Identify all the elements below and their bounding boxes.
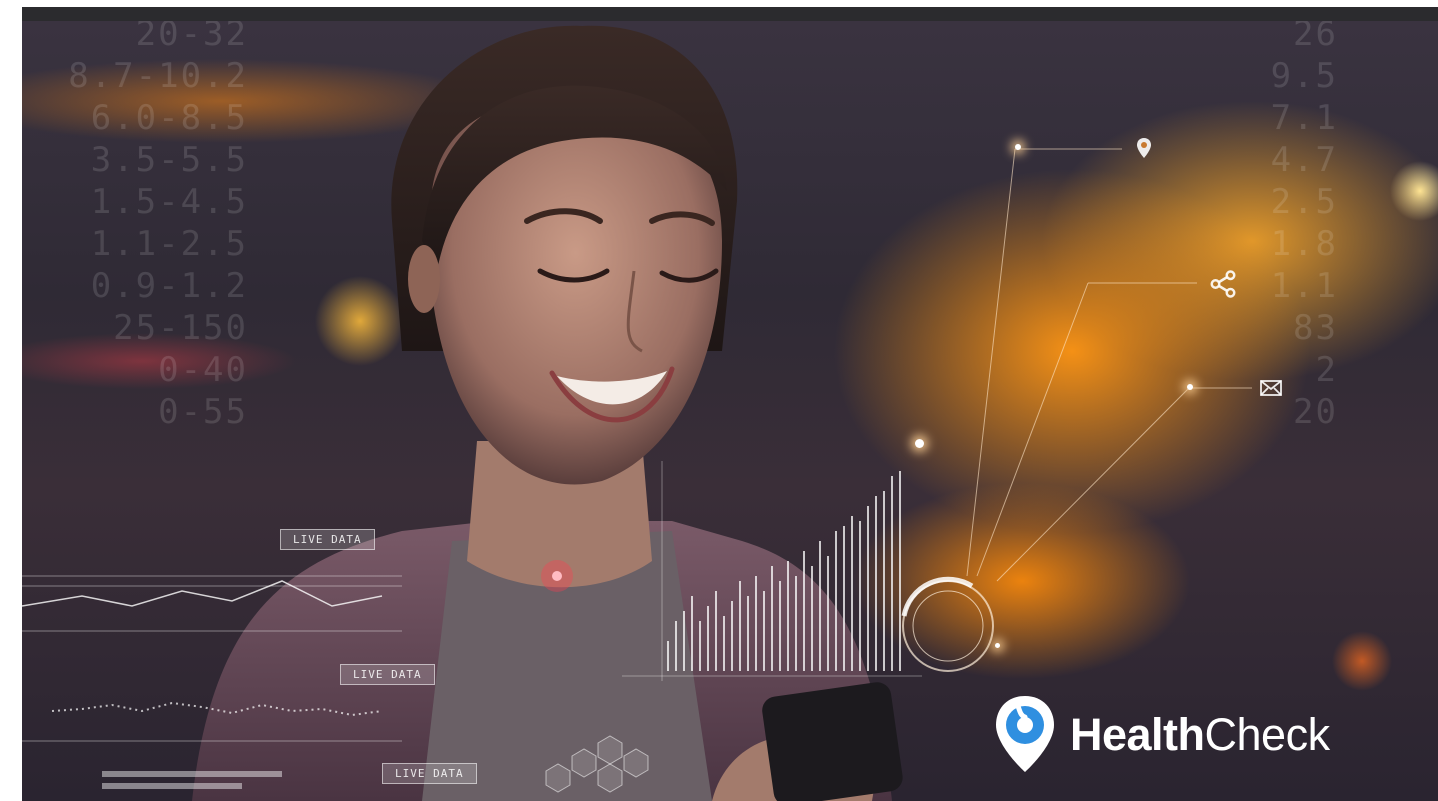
light-point: [1015, 144, 1021, 150]
live-data-tag: LIVE DATA: [340, 664, 435, 685]
bar-graph-overlay: [22, 148, 1252, 793]
live-data-tag: LIVE DATA: [280, 529, 375, 550]
light-point: [995, 643, 1000, 648]
light-point: [1187, 384, 1193, 390]
mail-icon: [1260, 380, 1282, 396]
location-pin-logo-icon: [996, 696, 1054, 772]
brand-name: HealthCheck: [1070, 708, 1330, 760]
live-data-tag: LIVE DATA: [382, 763, 477, 784]
map-pin-icon: [1137, 138, 1151, 158]
light-point: [915, 439, 924, 448]
top-bar: [22, 7, 1438, 21]
hero-image: 20-32 8.7-10.2 6.0-8.5 3.5-5.5 1.5-4.5 1…: [22, 21, 1438, 801]
share-icon: [1210, 270, 1236, 298]
healthcheck-logo: HealthCheck: [994, 694, 1330, 774]
